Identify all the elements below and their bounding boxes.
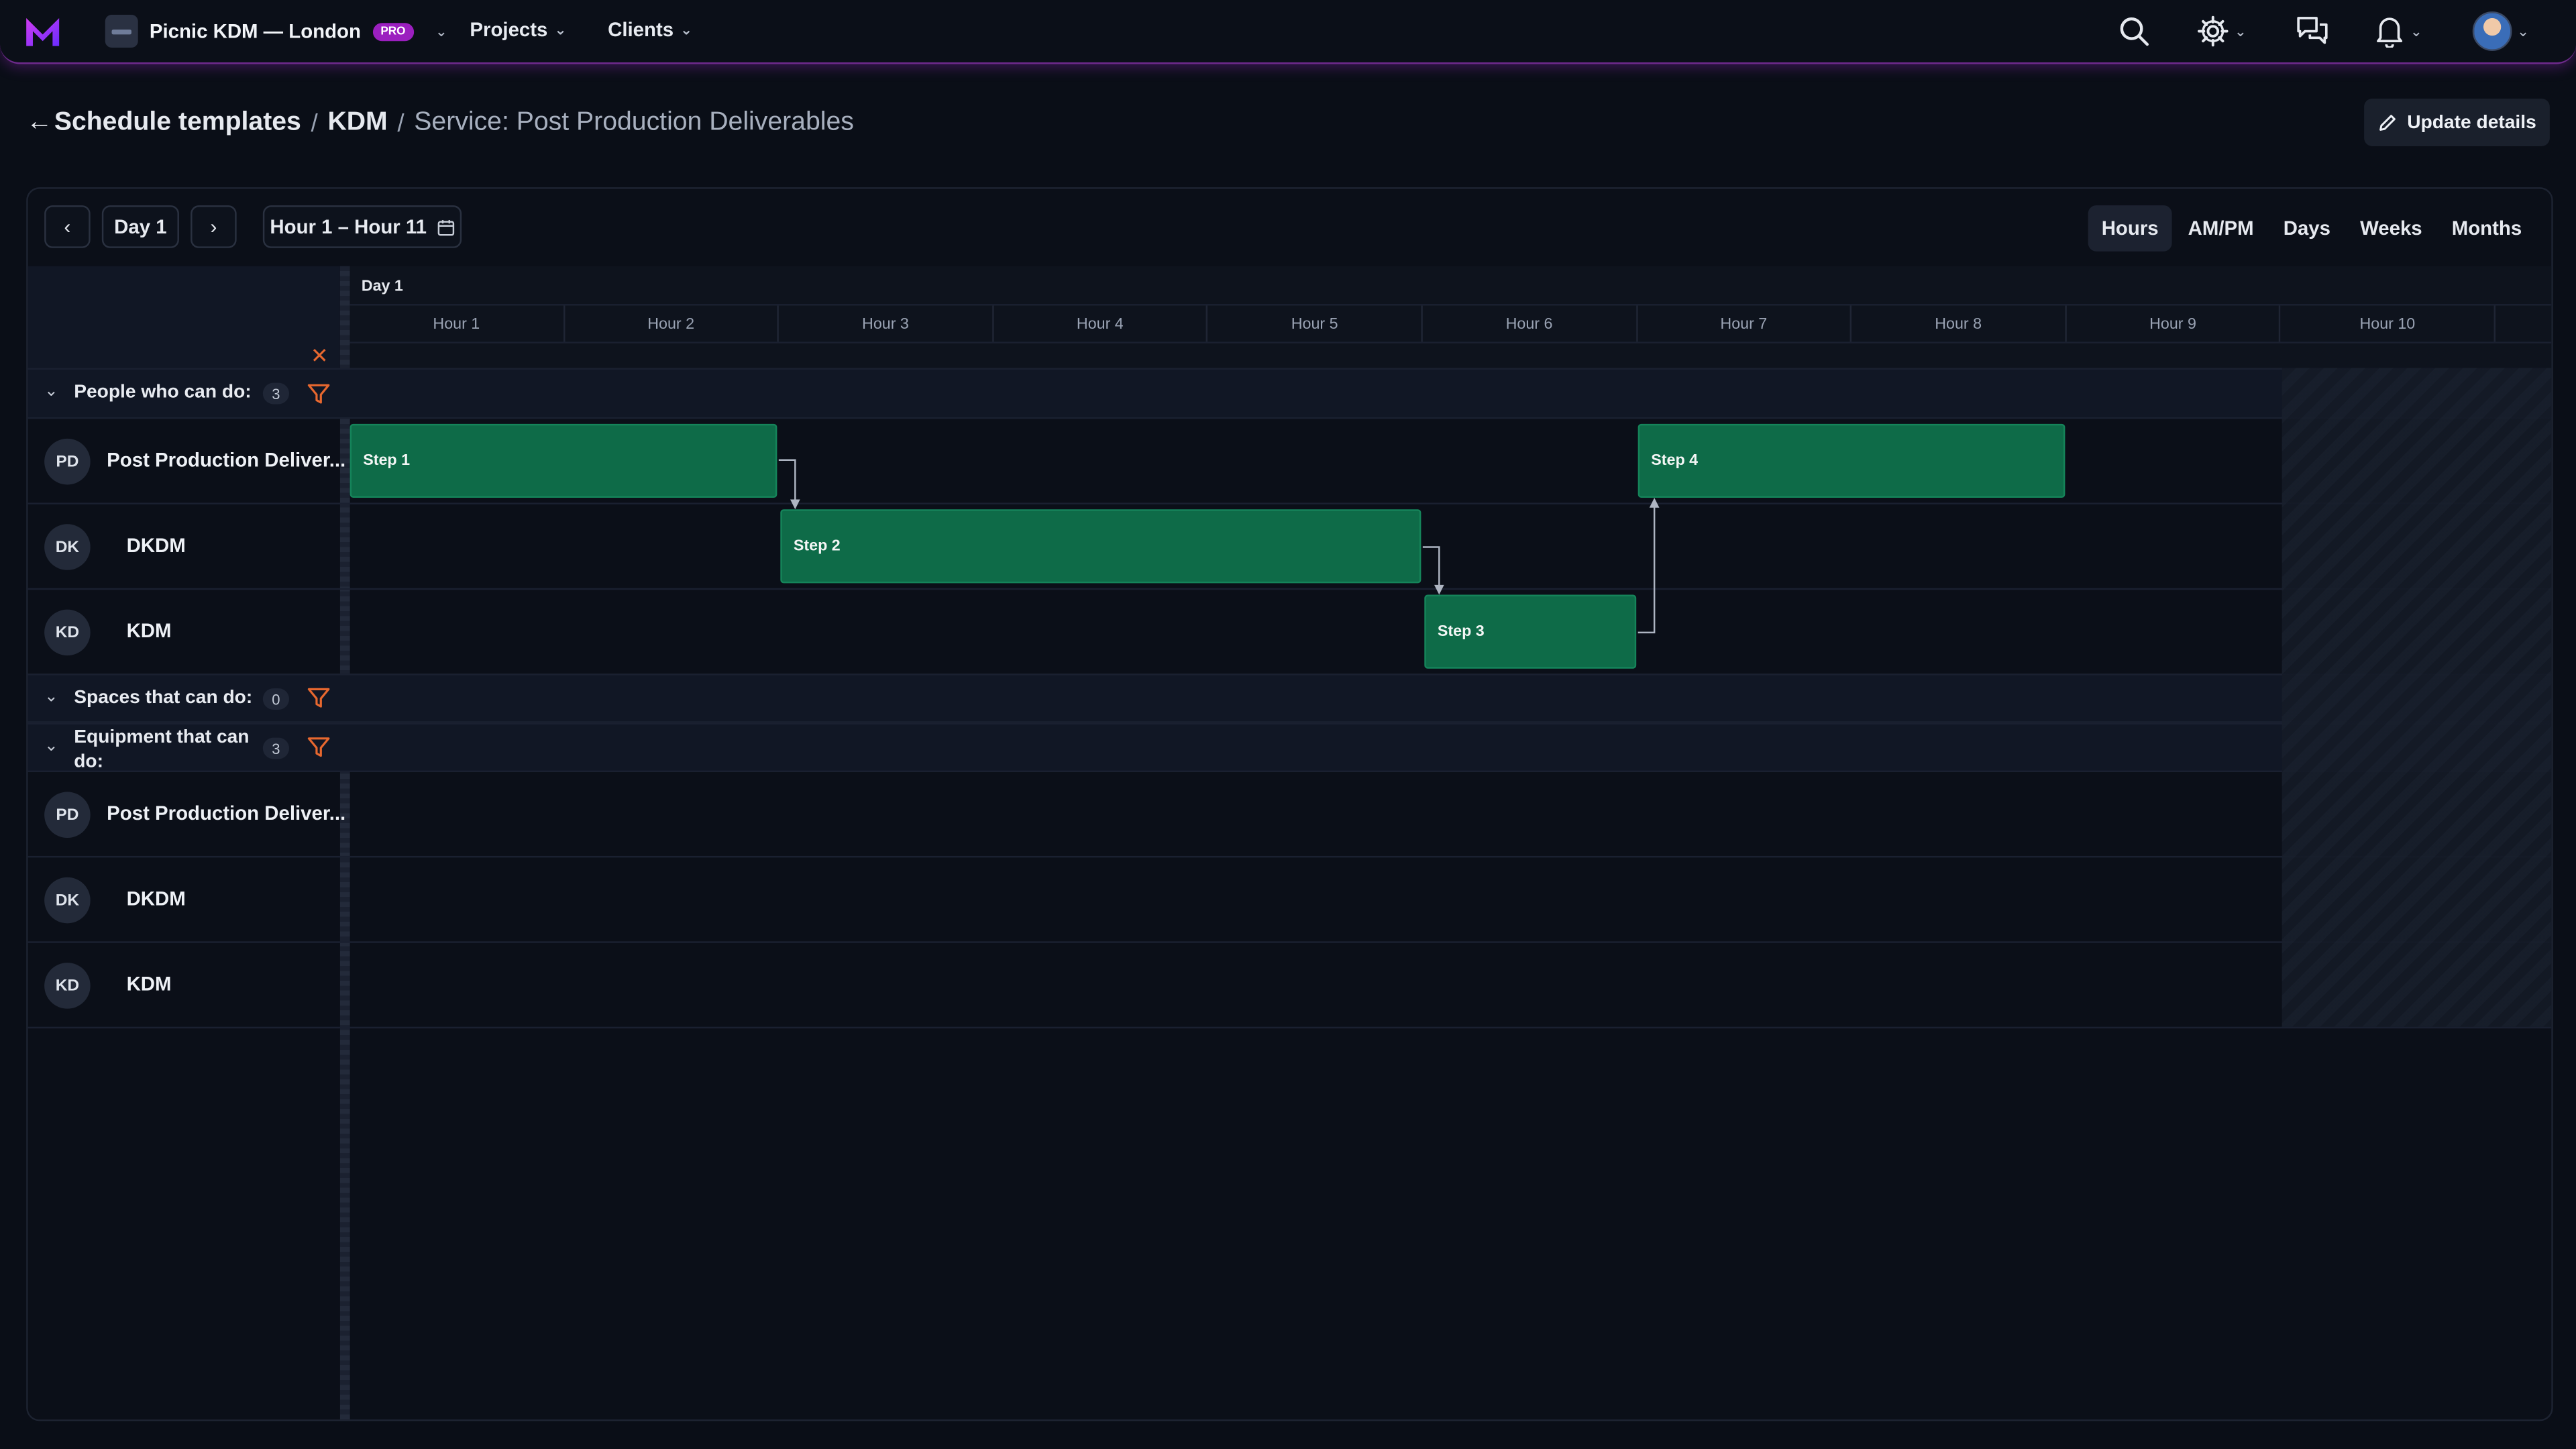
pro-badge: PRO [372, 22, 414, 41]
nav-clients[interactable]: Clients ⌄ [608, 18, 692, 41]
chat-icon [2297, 17, 2328, 44]
schedule-panel: ‹ Day 1 › Hour 1 – Hour 11 Hours AM/PM D… [26, 187, 2553, 1421]
settings-button[interactable]: ⌄ [2196, 13, 2247, 50]
org-thumbnail [105, 15, 138, 48]
breadcrumb: ← Schedule templates / KDM / Service: Po… [26, 105, 854, 142]
breadcrumb-separator: / [397, 109, 405, 138]
chevron-down-icon: ⌄ [2516, 22, 2530, 39]
pencil-icon [2379, 113, 2396, 130]
org-switcher[interactable]: Picnic KDM — London PRO ⌄ [105, 13, 447, 50]
chevron-down-icon: ⌄ [2410, 22, 2423, 39]
top-bar: Picnic KDM — London PRO ⌄ Projects ⌄ Cli… [0, 0, 2576, 64]
breadcrumb-separator: / [311, 109, 318, 138]
gear-icon [2198, 15, 2229, 47]
app-logo-icon[interactable] [25, 15, 61, 48]
search-icon [2120, 17, 2149, 46]
messages-button[interactable] [2295, 13, 2329, 50]
back-arrow-icon[interactable]: ← [26, 109, 52, 138]
user-menu[interactable]: ⌄ [2472, 11, 2530, 51]
breadcrumb-current: Service: Post Production Deliverables [414, 108, 854, 137]
breadcrumb-project[interactable]: KDM [327, 109, 387, 138]
chevron-down-icon: ⌄ [680, 20, 693, 38]
chevron-down-icon: ⌄ [2234, 22, 2247, 39]
user-avatar [2472, 11, 2512, 51]
chevron-down-icon: ⌄ [435, 22, 448, 39]
nav-projects-label: Projects [470, 17, 548, 42]
bell-icon [2377, 17, 2403, 48]
chevron-down-icon: ⌄ [554, 20, 567, 38]
update-details-button[interactable]: Update details [2364, 98, 2550, 146]
update-details-label: Update details [2407, 112, 2536, 133]
notifications-button[interactable]: ⌄ [2374, 13, 2422, 50]
dependency-connectors [778, 459, 1660, 634]
search-button[interactable] [2118, 13, 2151, 50]
breadcrumb-schedule-templates[interactable]: Schedule templates [54, 109, 301, 138]
nav-clients-label: Clients [608, 17, 674, 42]
org-name: Picnic KDM — London [149, 19, 361, 43]
nav-projects[interactable]: Projects ⌄ [470, 18, 566, 41]
